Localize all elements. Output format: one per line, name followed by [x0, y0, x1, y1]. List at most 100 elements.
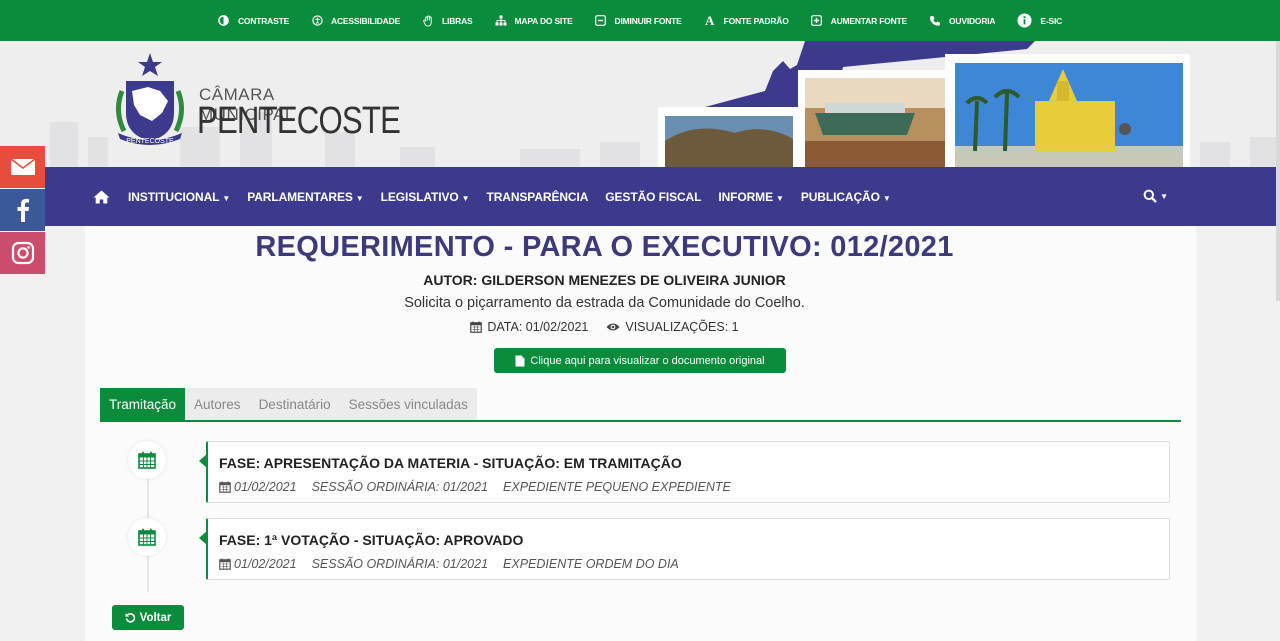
search-icon — [1143, 189, 1157, 203]
page-title: REQUERIMENTO - PARA O EXECUTIVO: 012/202… — [255, 231, 954, 263]
logo-line-2: PENTECOSTE — [197, 100, 401, 142]
caret-down-icon: ▼ — [1160, 191, 1168, 201]
caret-down-icon: ▼ — [882, 193, 891, 203]
site-logo[interactable]: PENTECOSTE CÂMARA MUNICIPAL PENTECOSTE — [104, 51, 401, 151]
nav-informe[interactable]: INFORME ▼ — [718, 189, 784, 204]
nav-institucional[interactable]: INSTITUCIONAL ▼ — [128, 190, 230, 204]
timeline-calendar-icon — [128, 441, 166, 479]
document-views: VISUALIZAÇÕES: 1 — [625, 320, 739, 334]
main-navbar: INSTITUCIONAL ▼ PARLAMENTARES ▼ LEGISLATIV… — [45, 167, 1280, 226]
main-content: REQUERIMENTO - PARA O EXECUTIVO: 012/202… — [85, 226, 1196, 641]
view-original-document-button[interactable]: Clique aqui para visualizar o documento … — [494, 348, 786, 373]
tab-destinatario[interactable]: Destinatário — [249, 388, 340, 421]
timeline-item-title: FASE: 1ª VOTAÇÃO - SITUAÇÃO: APROVADO — [219, 532, 524, 548]
nav-institucional-label: INSTITUCIONAL — [128, 189, 220, 204]
libras-label: LIBRAS — [442, 15, 473, 26]
timeline-item-expediente: EXPEDIENTE PEQUENO EXPEDIENTE — [503, 480, 731, 494]
tab-autores[interactable]: Autores — [185, 388, 250, 421]
increase-font-link[interactable]: AUMENTAR FONTE — [811, 15, 907, 27]
nav-parlamentares[interactable]: PARLAMENTARES ▼ — [247, 189, 364, 204]
decrease-font-link[interactable]: DIMINUIR FONTE — [595, 15, 682, 27]
calendar-icon — [470, 321, 483, 333]
accessibility-bar: CONTRASTE ACESSIBILIDADE LIBRAS MAPA DO … — [0, 0, 1280, 41]
nav-publicacao-label: PUBLICAÇÃO — [800, 189, 880, 204]
back-button-label: Voltar — [139, 611, 172, 624]
nav-transparencia-label: TRANSPARÊNCIA — [486, 189, 589, 204]
nav-informe-label: INFORME — [718, 189, 773, 204]
caret-down-icon: ▼ — [222, 193, 231, 203]
home-link[interactable] — [93, 190, 110, 204]
ouvidoria-link[interactable]: OUVIDORIA — [929, 15, 996, 27]
esic-label: E-SIC — [1040, 15, 1063, 26]
document-description: Solicita o piçarramento da estrada da Co… — [404, 295, 805, 311]
nav-gestao-fiscal[interactable]: GESTÃO FISCAL — [605, 190, 701, 204]
email-share-button[interactable] — [0, 146, 45, 188]
tab-underline — [100, 420, 1181, 422]
increase-font-label: AUMENTAR FONTE — [830, 15, 908, 26]
back-button[interactable]: Voltar — [112, 605, 184, 630]
document-author: AUTOR: GILDERSON MENEZES DE OLIVEIRA JUN… — [423, 272, 786, 288]
contrast-link[interactable]: CONTRASTE — [218, 15, 289, 27]
default-font-label: FONTE PADRÃO — [723, 15, 789, 26]
ouvidoria-label: OUVIDORIA — [949, 15, 996, 26]
document-meta: DATA: 01/02/2021 VISUALIZAÇÕES: 1 — [0, 320, 1209, 334]
caret-down-icon: ▼ — [775, 193, 784, 203]
contrast-icon — [218, 15, 230, 27]
facebook-icon — [17, 198, 29, 222]
accessibility-label: ACESSIBILIDADE — [331, 15, 401, 26]
view-original-document-label: Clique aqui para visualizar o documento … — [530, 354, 765, 367]
timeline-item-details: 01/02/2021 SESSÃO ORDINÁRIA: 01/2021 EXP… — [219, 480, 731, 494]
site-header: PENTECOSTE CÂMARA MUNICIPAL PENTECOSTE — [0, 41, 1280, 167]
nav-legislativo-label: LEGISLATIVO — [380, 189, 459, 204]
nav-legislativo[interactable]: LEGISLATIVO ▼ — [381, 190, 470, 204]
tab-sessoes-vinculadas[interactable]: Sessões vinculadas — [339, 388, 477, 421]
phone-icon — [929, 15, 941, 27]
undo-icon — [125, 613, 135, 623]
timeline-arrow — [199, 454, 207, 468]
seal-text: PENTECOSTE — [126, 138, 174, 145]
timeline-arrow — [199, 531, 207, 545]
calendar-icon — [219, 558, 231, 570]
default-font-link[interactable]: A FONTE PADRÃO — [704, 12, 789, 28]
sitemap-icon — [495, 15, 507, 27]
decrease-font-label: DIMINUIR FONTE — [614, 15, 682, 26]
facebook-button[interactable] — [0, 189, 45, 231]
timeline-item-title: FASE: APRESENTAÇÃO DA MATERIA - SITUAÇÃO… — [219, 455, 682, 471]
file-icon — [515, 355, 525, 366]
city-seal-icon: PENTECOSTE — [116, 53, 184, 145]
calendar-icon — [138, 528, 156, 546]
timeline-item-date: 01/02/2021 — [234, 557, 297, 571]
search-toggle[interactable]: ▼ — [1143, 189, 1168, 203]
accessibility-icon — [311, 15, 323, 27]
timeline-item-session: SESSÃO ORDINÁRIA: 01/2021 — [311, 557, 489, 571]
timeline-item-session: SESSÃO ORDINÁRIA: 01/2021 — [311, 480, 489, 494]
minus-square-icon — [595, 15, 607, 27]
nav-publicacao[interactable]: PUBLICAÇÃO ▼ — [801, 190, 891, 204]
page-scrollbar[interactable] — [1276, 41, 1280, 301]
nav-gestao-fiscal-label: GESTÃO FISCAL — [605, 189, 702, 204]
sitemap-link[interactable]: MAPA DO SITE — [495, 15, 573, 27]
detail-tabs: Tramitação Autores Destinatário Sessões … — [100, 388, 477, 421]
nav-transparencia[interactable]: TRANSPARÊNCIA — [486, 190, 588, 204]
eye-icon — [606, 323, 620, 331]
esic-link[interactable]: E-SIC — [1017, 13, 1062, 28]
font-icon: A — [705, 12, 715, 28]
nav-parlamentares-label: PARLAMENTARES — [247, 189, 353, 204]
document-date: DATA: 01/02/2021 — [487, 320, 589, 334]
calendar-icon — [219, 481, 231, 493]
contrast-label: CONTRASTE — [237, 15, 290, 26]
timeline-item-details: 01/02/2021 SESSÃO ORDINÁRIA: 01/2021 EXP… — [219, 557, 679, 571]
sitemap-label: MAPA DO SITE — [514, 15, 573, 26]
header-photo-collage — [658, 41, 1190, 167]
timeline-calendar-icon — [128, 518, 166, 556]
accessibility-link[interactable]: ACESSIBILIDADE — [311, 15, 400, 27]
info-icon — [1017, 13, 1032, 28]
timeline-item: FASE: APRESENTAÇÃO DA MATERIA - SITUAÇÃO… — [199, 441, 1170, 503]
libras-link[interactable]: LIBRAS — [422, 15, 473, 27]
tab-tramitacao[interactable]: Tramitação — [100, 388, 186, 421]
mail-icon — [10, 158, 35, 175]
hand-icon — [422, 15, 434, 27]
plus-square-icon — [811, 15, 823, 27]
caret-down-icon: ▼ — [461, 193, 470, 203]
home-icon — [93, 190, 110, 203]
